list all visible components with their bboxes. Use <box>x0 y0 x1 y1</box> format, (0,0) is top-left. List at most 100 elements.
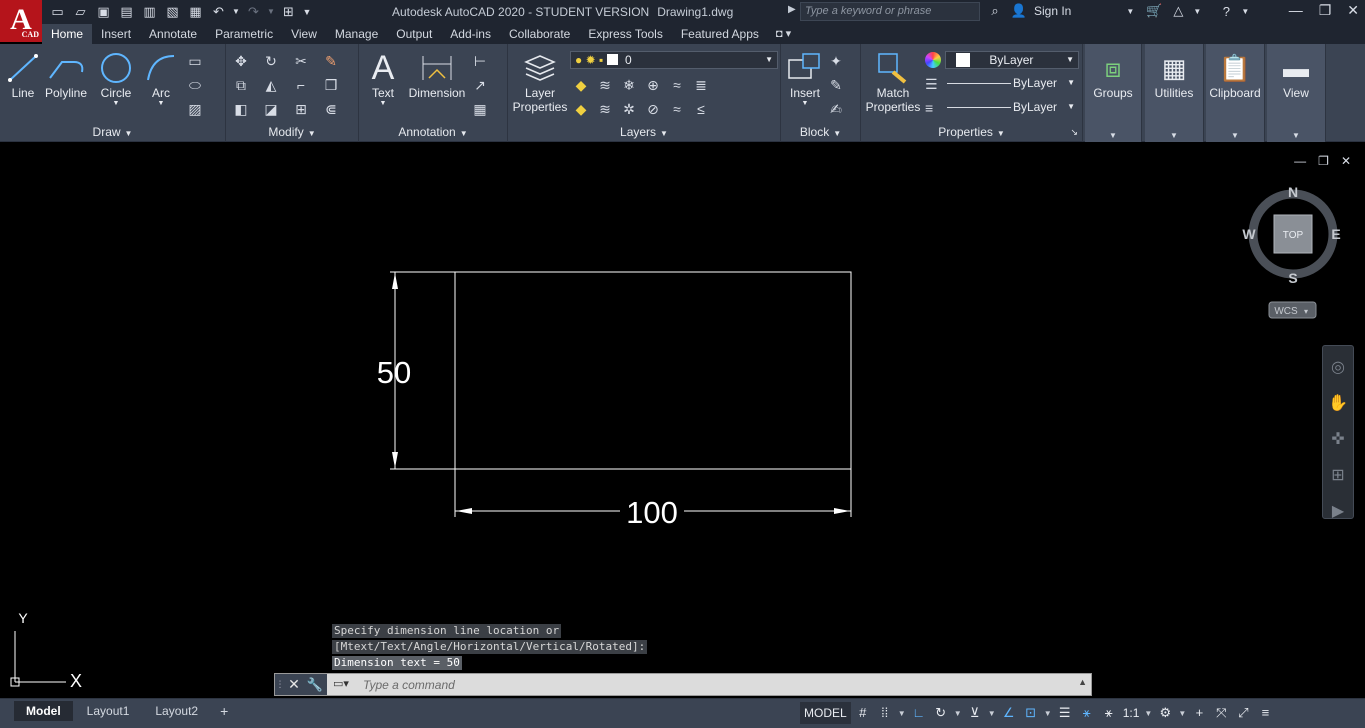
panel-clipboard[interactable]: 📋 Clipboard ▼ <box>1206 44 1265 142</box>
panel-title-properties[interactable]: Properties ▼ ↘ <box>861 124 1082 140</box>
hatch-icon[interactable]: ▨ <box>186 100 204 118</box>
color-dropdown[interactable]: ByLayer ▼ <box>945 51 1079 69</box>
command-line-close-icon[interactable]: ✕ <box>285 674 303 695</box>
zoom-extents-icon[interactable]: ✜ <box>1323 426 1353 454</box>
layer-walk-icon[interactable]: ≈ <box>668 100 686 118</box>
save-icon[interactable]: ▣ <box>94 3 113 21</box>
object-snap-dropdown-icon[interactable]: ▼ <box>1043 709 1053 718</box>
layer-lock-icon[interactable]: ⊕ <box>644 76 662 94</box>
redo-icon[interactable]: ↷ <box>244 3 263 21</box>
application-menu-button[interactable]: A CAD <box>0 0 42 42</box>
close-icon[interactable]: ✕ <box>1347 2 1359 19</box>
clipboard-expand-icon[interactable]: ▼ <box>1206 131 1264 140</box>
ellipse-icon[interactable]: ⬭ <box>186 76 204 94</box>
erase-icon[interactable]: ✎ <box>322 52 340 70</box>
tab-manage[interactable]: Manage <box>326 24 387 44</box>
recent-commands-icon[interactable]: ▭▾ <box>333 676 357 693</box>
isodraft-icon[interactable]: ⊻ <box>965 702 985 724</box>
new-file-icon[interactable]: ▭ <box>48 3 67 21</box>
polyline-button[interactable]: Polyline <box>44 50 88 100</box>
orbit-icon[interactable]: ⊞ <box>1323 462 1353 490</box>
grid-icon[interactable]: # <box>853 702 873 724</box>
tab-add-ins[interactable]: Add-ins <box>441 24 500 44</box>
layer-freeze-icon[interactable]: ❄ <box>620 76 638 94</box>
linetype-dropdown[interactable]: ByLayer ▼ <box>947 74 1079 92</box>
match-properties-button[interactable]: Match Properties <box>863 50 923 114</box>
object-snap-tracking-icon[interactable]: ∠ <box>999 702 1019 724</box>
edit-block-icon[interactable]: ✎ <box>827 76 845 94</box>
array-icon[interactable]: ⊞ <box>292 100 310 118</box>
rectangle-icon[interactable]: ▭ <box>186 52 204 70</box>
restore-icon[interactable]: ❐ <box>1319 2 1332 19</box>
groups-expand-icon[interactable]: ▼ <box>1085 131 1141 140</box>
save-web-icon[interactable]: ▧ <box>163 3 182 21</box>
rectangle-entity[interactable] <box>454 271 852 470</box>
layer-unisolate-icon[interactable]: ≋ <box>596 100 614 118</box>
panel-title-annotation[interactable]: Annotation ▼ <box>359 124 507 140</box>
help-dropdown-icon[interactable]: ▼ <box>1241 7 1249 16</box>
customization-icon[interactable]: ≡ <box>1255 702 1275 724</box>
cart-icon[interactable]: 🛒 <box>1145 3 1163 19</box>
open-file-icon[interactable]: ▱ <box>71 3 90 21</box>
lineweight-dropdown[interactable]: ByLayer ▼ <box>947 98 1079 116</box>
a360-icon[interactable]: △ <box>1169 3 1187 19</box>
stretch-icon[interactable]: ◧ <box>232 100 250 118</box>
panel-title-block[interactable]: Block ▼ <box>781 124 860 140</box>
tab-layout1[interactable]: Layout1 <box>75 701 142 721</box>
layer-off-icon[interactable]: ◆ <box>572 76 590 94</box>
ortho-icon[interactable]: ∟ <box>909 702 929 724</box>
steering-wheel-icon[interactable]: ◎ <box>1323 354 1353 382</box>
fillet-icon[interactable]: ⌐ <box>292 76 310 94</box>
add-layout-icon[interactable]: + <box>212 701 236 721</box>
sign-in-button[interactable]: Sign In <box>1034 4 1071 18</box>
undo-icon[interactable]: ↶ <box>209 3 228 21</box>
horizontal-dimension[interactable]: 100 <box>454 469 852 530</box>
view-expand-icon[interactable]: ▼ <box>1267 131 1325 140</box>
explode-icon[interactable]: ❒ <box>322 76 340 94</box>
command-line-grip-icon[interactable]: ⋮ <box>275 674 285 695</box>
search-expand-icon[interactable]: ▶ <box>788 4 796 15</box>
tab-view[interactable]: View <box>282 24 326 44</box>
sign-in-dropdown-icon[interactable]: ▼ <box>1121 7 1139 16</box>
a360-dropdown-icon[interactable]: ▼ <box>1193 7 1201 16</box>
scale-icon[interactable]: ◪ <box>262 100 280 118</box>
clipboard-button[interactable]: 📋 Clipboard <box>1206 50 1264 100</box>
panel-view[interactable]: ▬ View ▼ <box>1267 44 1326 142</box>
showmotion-icon[interactable]: ▶ <box>1323 498 1353 526</box>
copy-icon[interactable]: ⧉ <box>232 76 250 94</box>
lineweight-toggle-icon[interactable]: ☰ <box>1055 702 1075 724</box>
tab-featured-apps[interactable]: Featured Apps <box>672 24 768 44</box>
mirror-icon[interactable]: ◭ <box>262 76 280 94</box>
workspace-dropdown-icon[interactable]: ▼ <box>1177 709 1187 718</box>
annotation-visibility-icon[interactable]: ⚹ <box>1077 702 1097 724</box>
layer-unlock-icon[interactable]: ⊘ <box>644 100 662 118</box>
panel-utilities[interactable]: ▦ Utilities ▼ <box>1145 44 1204 142</box>
line-button[interactable]: Line <box>6 50 40 100</box>
leader-icon[interactable]: ↗ <box>471 76 489 94</box>
layer-match-icon[interactable]: ≈ <box>668 76 686 94</box>
undo-dropdown-icon[interactable]: ▼ <box>232 3 240 21</box>
layer-previous-icon[interactable]: ≤ <box>692 100 710 118</box>
isodraft-dropdown-icon[interactable]: ▼ <box>987 709 997 718</box>
polar-dropdown-icon[interactable]: ▼ <box>953 709 963 718</box>
layer-isolate-icon[interactable]: ≋ <box>596 76 614 94</box>
drawing-canvas[interactable]: — ❐ ✕ 50 100 TOP N S E W WCS ▾ X Y ◎ ✋ ✜… <box>0 145 1365 698</box>
dimension-button[interactable]: Dimension <box>407 50 467 100</box>
customize-wrench-icon[interactable]: 🔧 <box>303 674 327 695</box>
tab-express-tools[interactable]: Express Tools <box>579 24 671 44</box>
workspace-switch-icon[interactable]: ⚙ <box>1155 702 1175 724</box>
hardware-acceleration-icon[interactable]: ⤧ <box>1211 702 1231 724</box>
panel-groups[interactable]: ⧈ Groups ▼ <box>1085 44 1142 142</box>
save-as-icon[interactable]: ▤ <box>117 3 136 21</box>
wcs-menu[interactable]: WCS ▾ <box>1268 301 1317 319</box>
move-icon[interactable]: ✥ <box>232 52 250 70</box>
insert-dropdown-icon[interactable]: ▼ <box>785 100 825 108</box>
clean-screen-icon[interactable]: ⤢ <box>1233 702 1253 724</box>
properties-launcher-icon[interactable]: ↘ <box>1070 124 1078 140</box>
help-icon[interactable]: ? <box>1217 4 1235 19</box>
edit-attributes-icon[interactable]: ✍ <box>827 100 845 118</box>
text-dropdown-icon[interactable]: ▼ <box>367 100 399 108</box>
table-icon[interactable]: ▦ <box>471 100 489 118</box>
snap-dropdown-icon[interactable]: ▼ <box>897 709 907 718</box>
layer-thaw-icon[interactable]: ✲ <box>620 100 638 118</box>
